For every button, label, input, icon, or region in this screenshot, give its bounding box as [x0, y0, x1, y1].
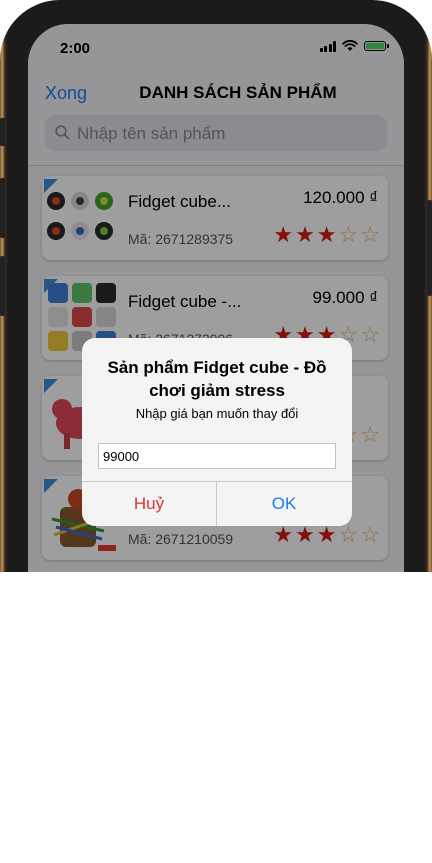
- phone-side-button: [0, 118, 5, 146]
- price-input[interactable]: [98, 443, 336, 469]
- dialog-title: Sản phẩm Fidget cube - Đồ chơi giảm stre…: [107, 358, 327, 400]
- ok-button[interactable]: OK: [217, 482, 351, 526]
- edit-price-dialog: Sản phẩm Fidget cube - Đồ chơi giảm stre…: [82, 338, 352, 526]
- phone-side-button: [427, 200, 432, 296]
- phone-screen: 2:00 Xong DANH SÁCH SẢN PHẨM Nhập tên sả…: [28, 24, 404, 572]
- phone-side-button: [0, 256, 5, 316]
- dialog-message: Nhập giá bạn muốn thay đổi: [135, 406, 299, 421]
- cancel-button[interactable]: Huỷ: [82, 482, 216, 526]
- phone-frame: 2:00 Xong DANH SÁCH SẢN PHẨM Nhập tên sả…: [0, 0, 432, 572]
- phone-side-button: [0, 178, 5, 238]
